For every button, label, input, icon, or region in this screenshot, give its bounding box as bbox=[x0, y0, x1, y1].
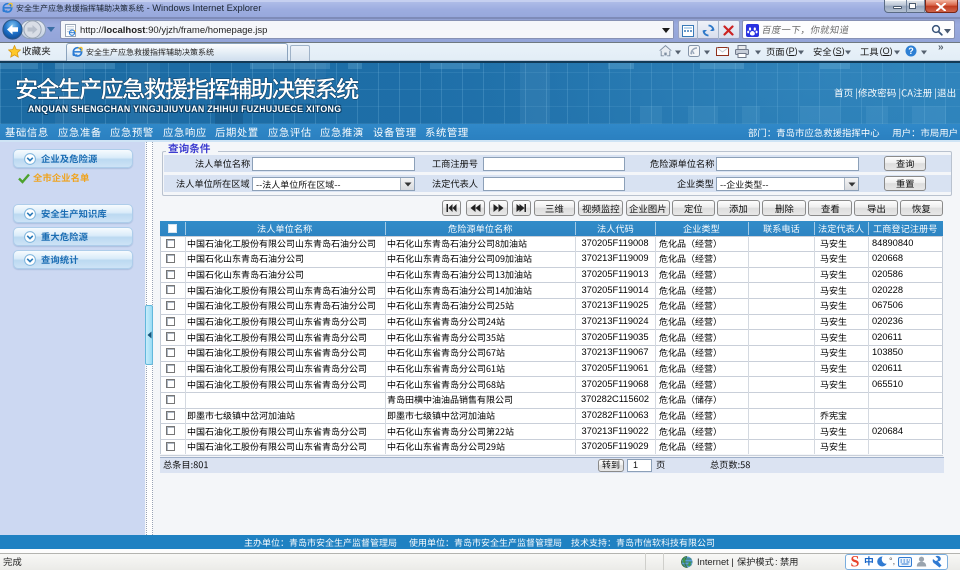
svg-text:?: ? bbox=[908, 46, 914, 56]
svg-text:S: S bbox=[851, 554, 860, 569]
